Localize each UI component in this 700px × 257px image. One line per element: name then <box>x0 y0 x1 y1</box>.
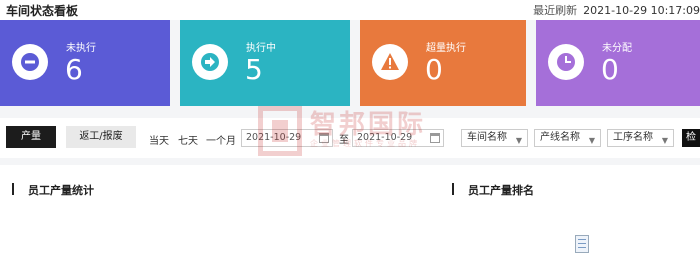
card-value: 0 <box>601 53 619 86</box>
last-refresh: 最近刷新 2021-10-29 10:17:09 <box>533 2 700 18</box>
calendar-icon <box>430 133 440 143</box>
tab-rework-scrap[interactable]: 返工/报废 <box>66 126 136 148</box>
date-end-value: 2021-10-29 <box>357 132 413 143</box>
panel-accent-bar <box>12 183 14 195</box>
date-end-input[interactable]: 2021-10-29 <box>352 129 444 147</box>
status-card-in-progress[interactable]: 执行中 5 <box>180 20 350 106</box>
refresh-label: 最近刷新 <box>533 4 578 17</box>
employee-output-stats-panel: 员工产量统计 <box>0 165 445 257</box>
status-card-over-quantity[interactable]: 超量执行 0 <box>360 20 526 106</box>
card-label: 执行中 <box>246 43 276 54</box>
employee-output-ranking-panel: 员工产量排名 <box>440 165 700 257</box>
date-start-input[interactable]: 2021-10-29 <box>241 129 333 147</box>
panel-title: 员工产量统计 <box>28 184 94 197</box>
document-icon <box>575 235 589 253</box>
header-bar: 车间状态看板 最近刷新 2021-10-29 10:17:09 <box>0 0 700 20</box>
workshop-select-value: 车间名称 <box>467 132 507 143</box>
line-select-value: 产线名称 <box>540 132 580 143</box>
chevron-down-icon: ▼ <box>515 136 522 145</box>
process-select[interactable]: 工序名称 ▼ <box>607 129 674 147</box>
status-card-not-started[interactable]: 未执行 6 <box>0 20 170 106</box>
card-value: 5 <box>245 53 263 86</box>
chevron-down-icon: ▼ <box>588 136 595 145</box>
card-value: 0 <box>425 53 443 86</box>
panel-title: 员工产量排名 <box>468 184 534 197</box>
minus-circle-icon <box>12 44 48 80</box>
clock-icon <box>548 44 584 80</box>
date-separator: 至 <box>339 135 349 146</box>
search-button[interactable]: 检索 <box>682 129 700 147</box>
tab-output[interactable]: 产量 <box>6 126 56 148</box>
quick-range-month[interactable]: 一个月 <box>206 132 236 147</box>
panel-accent-bar <box>452 183 454 195</box>
calendar-icon <box>319 133 329 143</box>
card-label: 未执行 <box>66 43 96 54</box>
arrow-right-icon <box>192 44 228 80</box>
refresh-time: 2021-10-29 10:17:09 <box>583 4 700 17</box>
status-card-unassigned[interactable]: 未分配 0 <box>536 20 700 106</box>
card-label: 超量执行 <box>426 43 466 54</box>
workshop-select[interactable]: 车间名称 ▼ <box>461 129 528 147</box>
line-select[interactable]: 产线名称 ▼ <box>534 129 601 147</box>
filter-bar: 产量 返工/报废 当天 七天 一个月 2021-10-29 至 2021-10-… <box>0 118 700 158</box>
warning-icon <box>372 44 408 80</box>
chevron-down-icon: ▼ <box>661 136 668 145</box>
quick-range-today[interactable]: 当天 <box>149 132 169 147</box>
date-start-value: 2021-10-29 <box>246 132 302 143</box>
card-value: 6 <box>65 53 83 86</box>
quick-range-7days[interactable]: 七天 <box>178 132 198 147</box>
process-select-value: 工序名称 <box>613 132 653 143</box>
card-label: 未分配 <box>602 43 632 54</box>
page-title: 车间状态看板 <box>6 4 79 18</box>
